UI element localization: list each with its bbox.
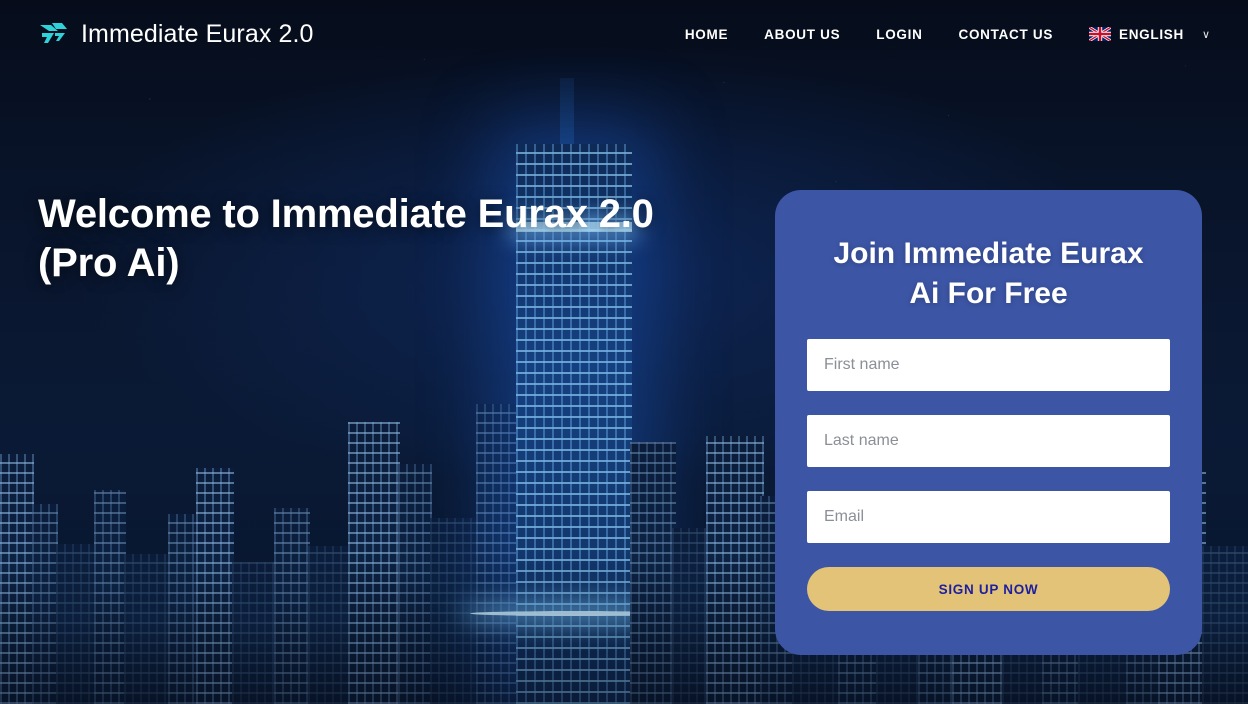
brand-logo[interactable]: Immediate Eurax 2.0 xyxy=(38,20,314,49)
bird-arrow-logo-icon xyxy=(38,21,68,47)
signup-title: Join Immediate Eurax Ai For Free xyxy=(807,234,1170,313)
signup-title-line-2: Ai For Free xyxy=(909,276,1068,310)
chevron-down-icon[interactable]: ∨ xyxy=(1202,28,1210,41)
hero-heading-line-2: (Pro Ai) xyxy=(38,240,180,285)
nav-item-contact-us[interactable]: CONTACT US xyxy=(941,19,1072,50)
uk-flag-icon xyxy=(1089,27,1112,41)
site-header: Immediate Eurax 2.0 HOME ABOUT US LOGIN … xyxy=(0,0,1248,68)
brand-name: Immediate Eurax 2.0 xyxy=(81,19,314,48)
language-label: ENGLISH xyxy=(1119,26,1184,42)
sign-up-now-button[interactable]: SIGN UP NOW xyxy=(807,567,1170,612)
nav-item-home[interactable]: HOME xyxy=(667,19,746,50)
main-navigation: HOME ABOUT US LOGIN CONTACT US ENGLISH ∨ xyxy=(667,19,1210,50)
nav-item-about-us[interactable]: ABOUT US xyxy=(746,19,858,50)
last-name-input[interactable] xyxy=(807,415,1170,468)
hero-heading-line-1: Welcome to Immediate Eurax 2.0 xyxy=(38,192,654,236)
tower-spire xyxy=(560,78,574,144)
first-name-input[interactable] xyxy=(807,339,1170,392)
nav-item-login[interactable]: LOGIN xyxy=(858,19,940,50)
email-input[interactable] xyxy=(807,491,1170,544)
page-title: Welcome to Immediate Eurax 2.0 (Pro Ai) xyxy=(38,190,718,288)
signup-card: Join Immediate Eurax Ai For Free SIGN UP… xyxy=(775,190,1202,655)
language-switcher[interactable]: ENGLISH ∨ xyxy=(1071,19,1210,50)
signup-title-line-1: Join Immediate Eurax xyxy=(833,237,1144,270)
